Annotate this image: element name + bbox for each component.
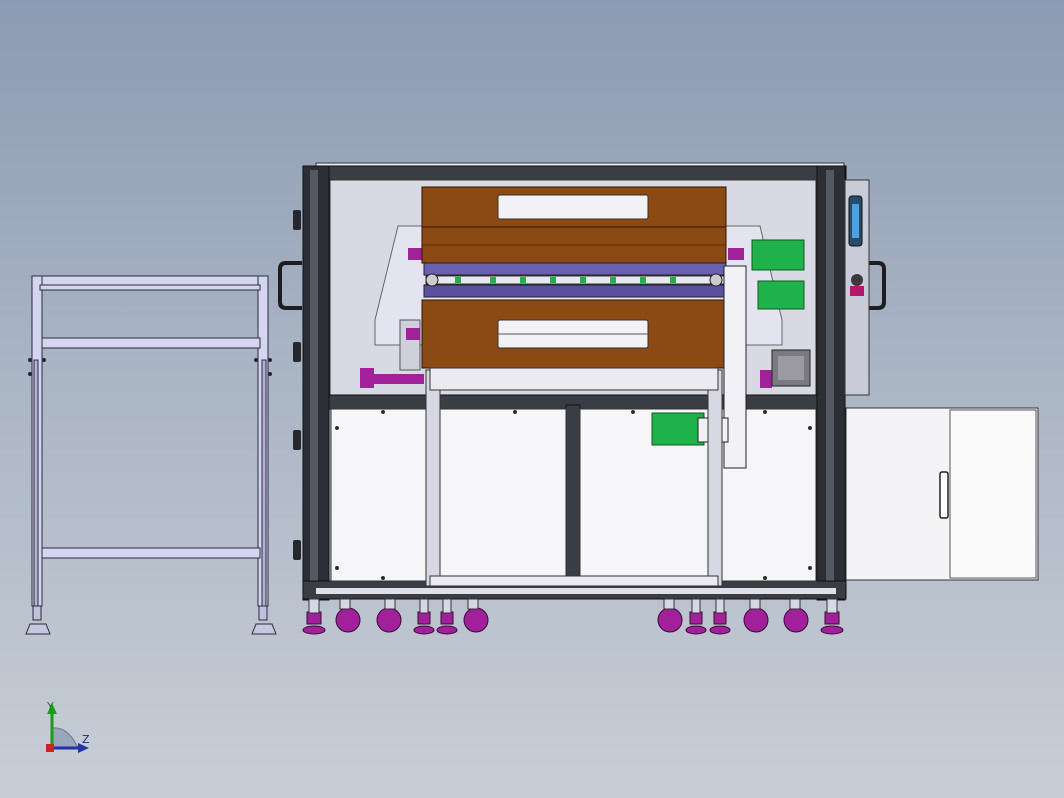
axis-y-label: Y <box>47 700 54 713</box>
roller-assembly[interactable] <box>423 262 727 298</box>
handle-left[interactable] <box>278 261 302 310</box>
axis-z-label: Z <box>82 733 90 746</box>
top-cover[interactable] <box>421 186 727 264</box>
control-box[interactable] <box>844 179 870 396</box>
lower-cover[interactable] <box>421 299 727 369</box>
cad-viewport[interactable] <box>0 0 1064 798</box>
side-cabinet[interactable] <box>845 407 1039 581</box>
casters <box>302 598 844 635</box>
side-cart[interactable] <box>25 275 277 635</box>
